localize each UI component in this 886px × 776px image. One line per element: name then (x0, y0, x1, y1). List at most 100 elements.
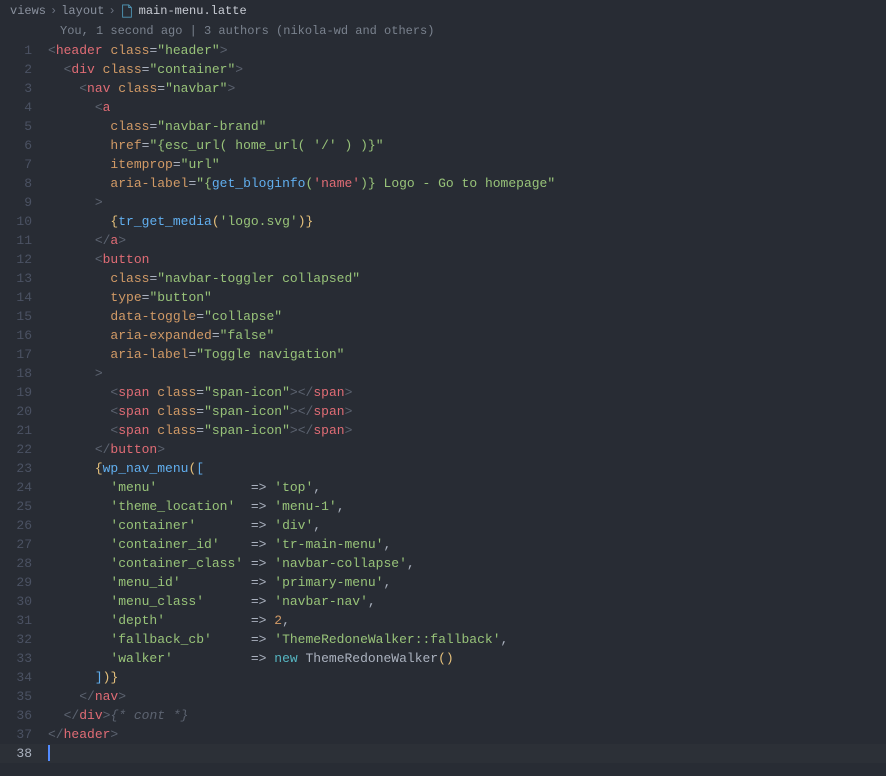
line-number: 24 (0, 478, 48, 497)
line-number: 25 (0, 497, 48, 516)
chevron-right-icon: › (108, 2, 115, 21)
line-number: 22 (0, 440, 48, 459)
code-line[interactable]: 6 href="{esc_url( home_url( '/' ) )}" (0, 136, 886, 155)
code-line[interactable]: 36 </div>{* cont *} (0, 706, 886, 725)
line-number: 13 (0, 269, 48, 288)
file-icon (120, 4, 134, 18)
code-line[interactable]: 34 ])} (0, 668, 886, 687)
code-line[interactable]: 22 </button> (0, 440, 886, 459)
line-number: 8 (0, 174, 48, 193)
line-number: 21 (0, 421, 48, 440)
line-number: 28 (0, 554, 48, 573)
code-line[interactable]: 27 'container_id' => 'tr-main-menu', (0, 535, 886, 554)
breadcrumb-file[interactable]: main-menu.latte (139, 2, 247, 21)
line-number: 3 (0, 79, 48, 98)
code-line[interactable]: 20 <span class="span-icon"></span> (0, 402, 886, 421)
code-line[interactable]: 32 'fallback_cb' => 'ThemeRedoneWalker::… (0, 630, 886, 649)
code-text: <a (48, 98, 886, 117)
code-text: </nav> (48, 687, 886, 706)
code-text: {tr_get_media('logo.svg')} (48, 212, 886, 231)
line-number: 34 (0, 668, 48, 687)
line-number: 4 (0, 98, 48, 117)
line-number: 31 (0, 611, 48, 630)
code-line[interactable]: 16 aria-expanded="false" (0, 326, 886, 345)
code-text: <button (48, 250, 886, 269)
code-line[interactable]: 31 'depth' => 2, (0, 611, 886, 630)
code-line[interactable]: 25 'theme_location' => 'menu-1', (0, 497, 886, 516)
code-text: 'fallback_cb' => 'ThemeRedoneWalker::fal… (48, 630, 886, 649)
code-line[interactable]: 7 itemprop="url" (0, 155, 886, 174)
code-line[interactable]: 15 data-toggle="collapse" (0, 307, 886, 326)
line-number: 32 (0, 630, 48, 649)
code-line[interactable]: 5 class="navbar-brand" (0, 117, 886, 136)
code-line[interactable]: 24 'menu' => 'top', (0, 478, 886, 497)
code-line[interactable]: 23 {wp_nav_menu([ (0, 459, 886, 478)
line-number: 36 (0, 706, 48, 725)
code-text: 'menu' => 'top', (48, 478, 886, 497)
line-number: 15 (0, 307, 48, 326)
code-text: > (48, 364, 886, 383)
code-text: {wp_nav_menu([ (48, 459, 886, 478)
code-text: type="button" (48, 288, 886, 307)
line-number: 14 (0, 288, 48, 307)
code-text: <span class="span-icon"></span> (48, 402, 886, 421)
line-number: 11 (0, 231, 48, 250)
breadcrumb-seg[interactable]: views (10, 2, 46, 21)
code-line[interactable]: 26 'container' => 'div', (0, 516, 886, 535)
code-text: aria-expanded="false" (48, 326, 886, 345)
line-number: 1 (0, 41, 48, 60)
code-text (48, 744, 886, 763)
code-line[interactable]: 38 (0, 744, 886, 763)
line-number: 2 (0, 60, 48, 79)
code-text: 'container_class' => 'navbar-collapse', (48, 554, 886, 573)
code-line[interactable]: 21 <span class="span-icon"></span> (0, 421, 886, 440)
chevron-right-icon: › (50, 2, 57, 21)
code-text: <span class="span-icon"></span> (48, 383, 886, 402)
code-line[interactable]: 10 {tr_get_media('logo.svg')} (0, 212, 886, 231)
code-text: itemprop="url" (48, 155, 886, 174)
code-line[interactable]: 28 'container_class' => 'navbar-collapse… (0, 554, 886, 573)
code-line[interactable]: 4 <a (0, 98, 886, 117)
code-text: 'container_id' => 'tr-main-menu', (48, 535, 886, 554)
line-number: 17 (0, 345, 48, 364)
code-line[interactable]: 3 <nav class="navbar"> (0, 79, 886, 98)
code-line[interactable]: 11 </a> (0, 231, 886, 250)
code-line[interactable]: 30 'menu_class' => 'navbar-nav', (0, 592, 886, 611)
cursor-icon (48, 745, 50, 761)
code-text: 'container' => 'div', (48, 516, 886, 535)
breadcrumb-seg[interactable]: layout (61, 2, 104, 21)
line-number: 23 (0, 459, 48, 478)
code-text: </button> (48, 440, 886, 459)
line-number: 26 (0, 516, 48, 535)
breadcrumb[interactable]: views › layout › main-menu.latte (0, 0, 886, 22)
code-line[interactable]: 9 > (0, 193, 886, 212)
code-line[interactable]: 13 class="navbar-toggler collapsed" (0, 269, 886, 288)
line-number: 12 (0, 250, 48, 269)
code-text: </header> (48, 725, 886, 744)
code-line[interactable]: 35 </nav> (0, 687, 886, 706)
code-line[interactable]: 19 <span class="span-icon"></span> (0, 383, 886, 402)
code-line[interactable]: 1<header class="header"> (0, 41, 886, 60)
code-line[interactable]: 37</header> (0, 725, 886, 744)
line-number: 6 (0, 136, 48, 155)
code-editor[interactable]: 1<header class="header"> 2 <div class="c… (0, 41, 886, 763)
code-line[interactable]: 14 type="button" (0, 288, 886, 307)
code-text: class="navbar-toggler collapsed" (48, 269, 886, 288)
code-line[interactable]: 29 'menu_id' => 'primary-menu', (0, 573, 886, 592)
authors-lens[interactable]: You, 1 second ago | 3 authors (nikola-wd… (0, 22, 886, 41)
code-line[interactable]: 33 'walker' => new ThemeRedoneWalker() (0, 649, 886, 668)
code-line[interactable]: 8 aria-label="{get_bloginfo('name')} Log… (0, 174, 886, 193)
code-text: 'theme_location' => 'menu-1', (48, 497, 886, 516)
line-number: 19 (0, 383, 48, 402)
code-text: 'menu_class' => 'navbar-nav', (48, 592, 886, 611)
code-line[interactable]: 2 <div class="container"> (0, 60, 886, 79)
line-number: 16 (0, 326, 48, 345)
code-line[interactable]: 17 aria-label="Toggle navigation" (0, 345, 886, 364)
code-text: </div>{* cont *} (48, 706, 886, 725)
line-number: 30 (0, 592, 48, 611)
code-line[interactable]: 12 <button (0, 250, 886, 269)
code-text: > (48, 193, 886, 212)
code-text: 'depth' => 2, (48, 611, 886, 630)
code-line[interactable]: 18 > (0, 364, 886, 383)
line-number: 18 (0, 364, 48, 383)
